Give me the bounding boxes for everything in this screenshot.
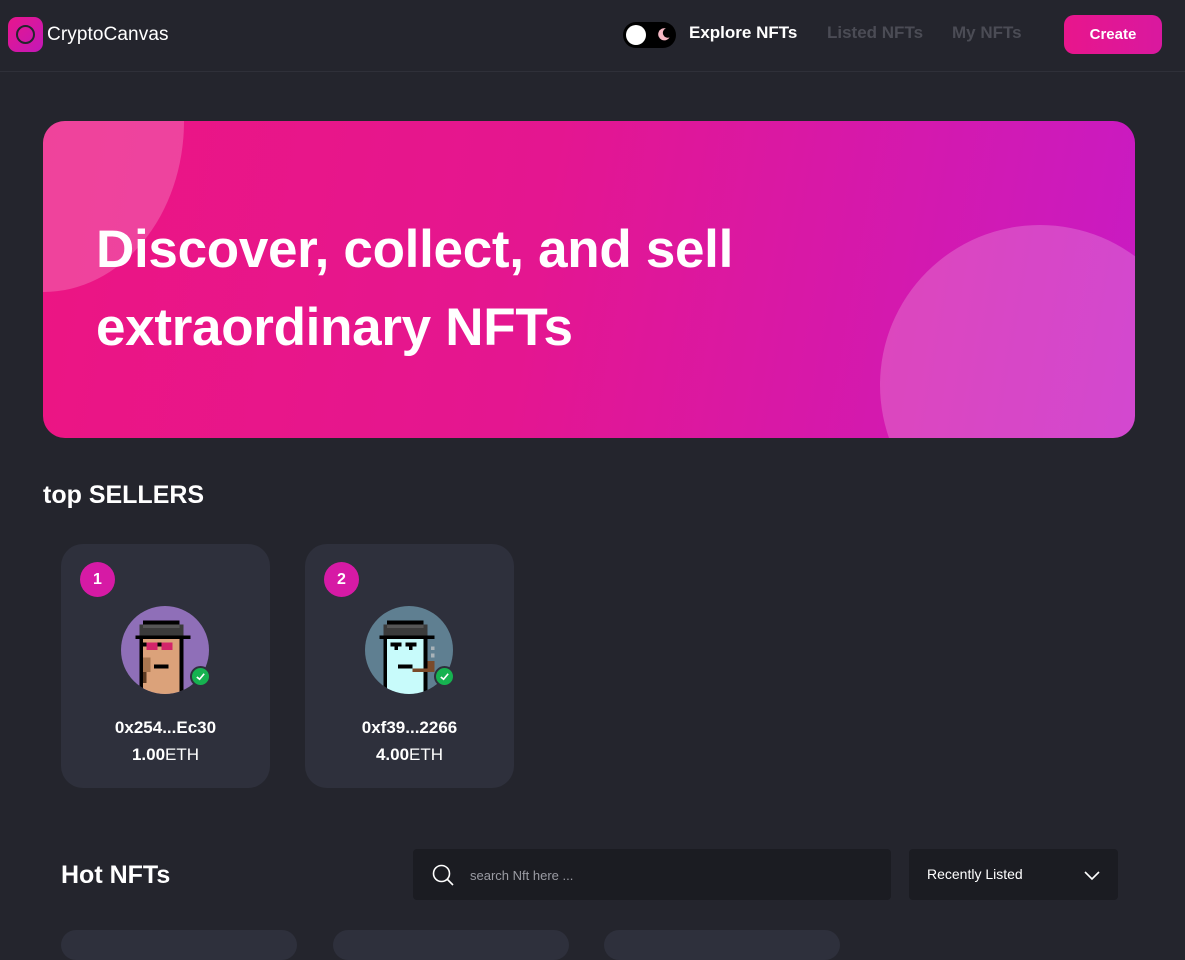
logo-icon [8, 17, 43, 52]
search-input[interactable] [470, 862, 870, 888]
nav-listed-nfts[interactable]: Listed NFTs [827, 23, 923, 43]
nft-card[interactable] [604, 930, 840, 960]
verified-check-icon [434, 666, 455, 687]
hero-banner: Discover, collect, and sell extraordinar… [43, 121, 1135, 438]
moon-icon [658, 28, 670, 41]
navbar: CryptoCanvas Explore NFTs Listed NFTs My… [0, 0, 1185, 72]
search-icon [432, 864, 454, 886]
seller-amount-unit: ETH [409, 745, 444, 764]
seller-amount: 4.00ETH [305, 745, 514, 765]
chevron-down-icon [1084, 871, 1100, 881]
nft-card[interactable] [333, 930, 569, 960]
seller-amount: 1.00ETH [61, 745, 270, 765]
toggle-knob [626, 25, 646, 45]
seller-amount-value: 4.00 [375, 745, 410, 764]
seller-address: 0x254...Ec30 [114, 718, 217, 737]
seller-amount-value: 1.00 [131, 745, 166, 764]
hot-nfts-title: Hot NFTs [61, 861, 171, 889]
rank-badge: 2 [324, 562, 359, 597]
seller-card[interactable]: 1 0x254...Ec30 1.00ETH [61, 544, 270, 788]
sort-dropdown[interactable]: Recently Listed [909, 849, 1118, 900]
hero-title-line: Discover, collect, and sell [96, 220, 734, 279]
rank-badge: 1 [80, 562, 115, 597]
theme-toggle[interactable] [623, 22, 676, 48]
sort-selected-value: Recently Listed [927, 866, 1023, 882]
logo-text: CryptoCanvas [47, 23, 169, 45]
top-sellers-title: top SELLERS [43, 481, 205, 509]
create-button[interactable]: Create [1064, 15, 1162, 54]
hero-title: Discover, collect, and sell extraordinar… [96, 211, 816, 367]
seller-address: 0xf39...2266 [361, 718, 458, 737]
search-box [413, 849, 891, 900]
seller-amount-unit: ETH [165, 745, 200, 764]
nav-my-nfts[interactable]: My NFTs [952, 23, 1022, 43]
nft-card[interactable] [61, 930, 297, 960]
hero-title-line: extraordinary NFTs [96, 298, 573, 357]
logo[interactable]: CryptoCanvas [8, 17, 169, 52]
verified-check-icon [190, 666, 211, 687]
hero-decor-circle [880, 225, 1135, 438]
seller-card[interactable]: 2 0xf39...2266 4.00ETH [305, 544, 514, 788]
nav-explore-nfts[interactable]: Explore NFTs [689, 23, 797, 43]
